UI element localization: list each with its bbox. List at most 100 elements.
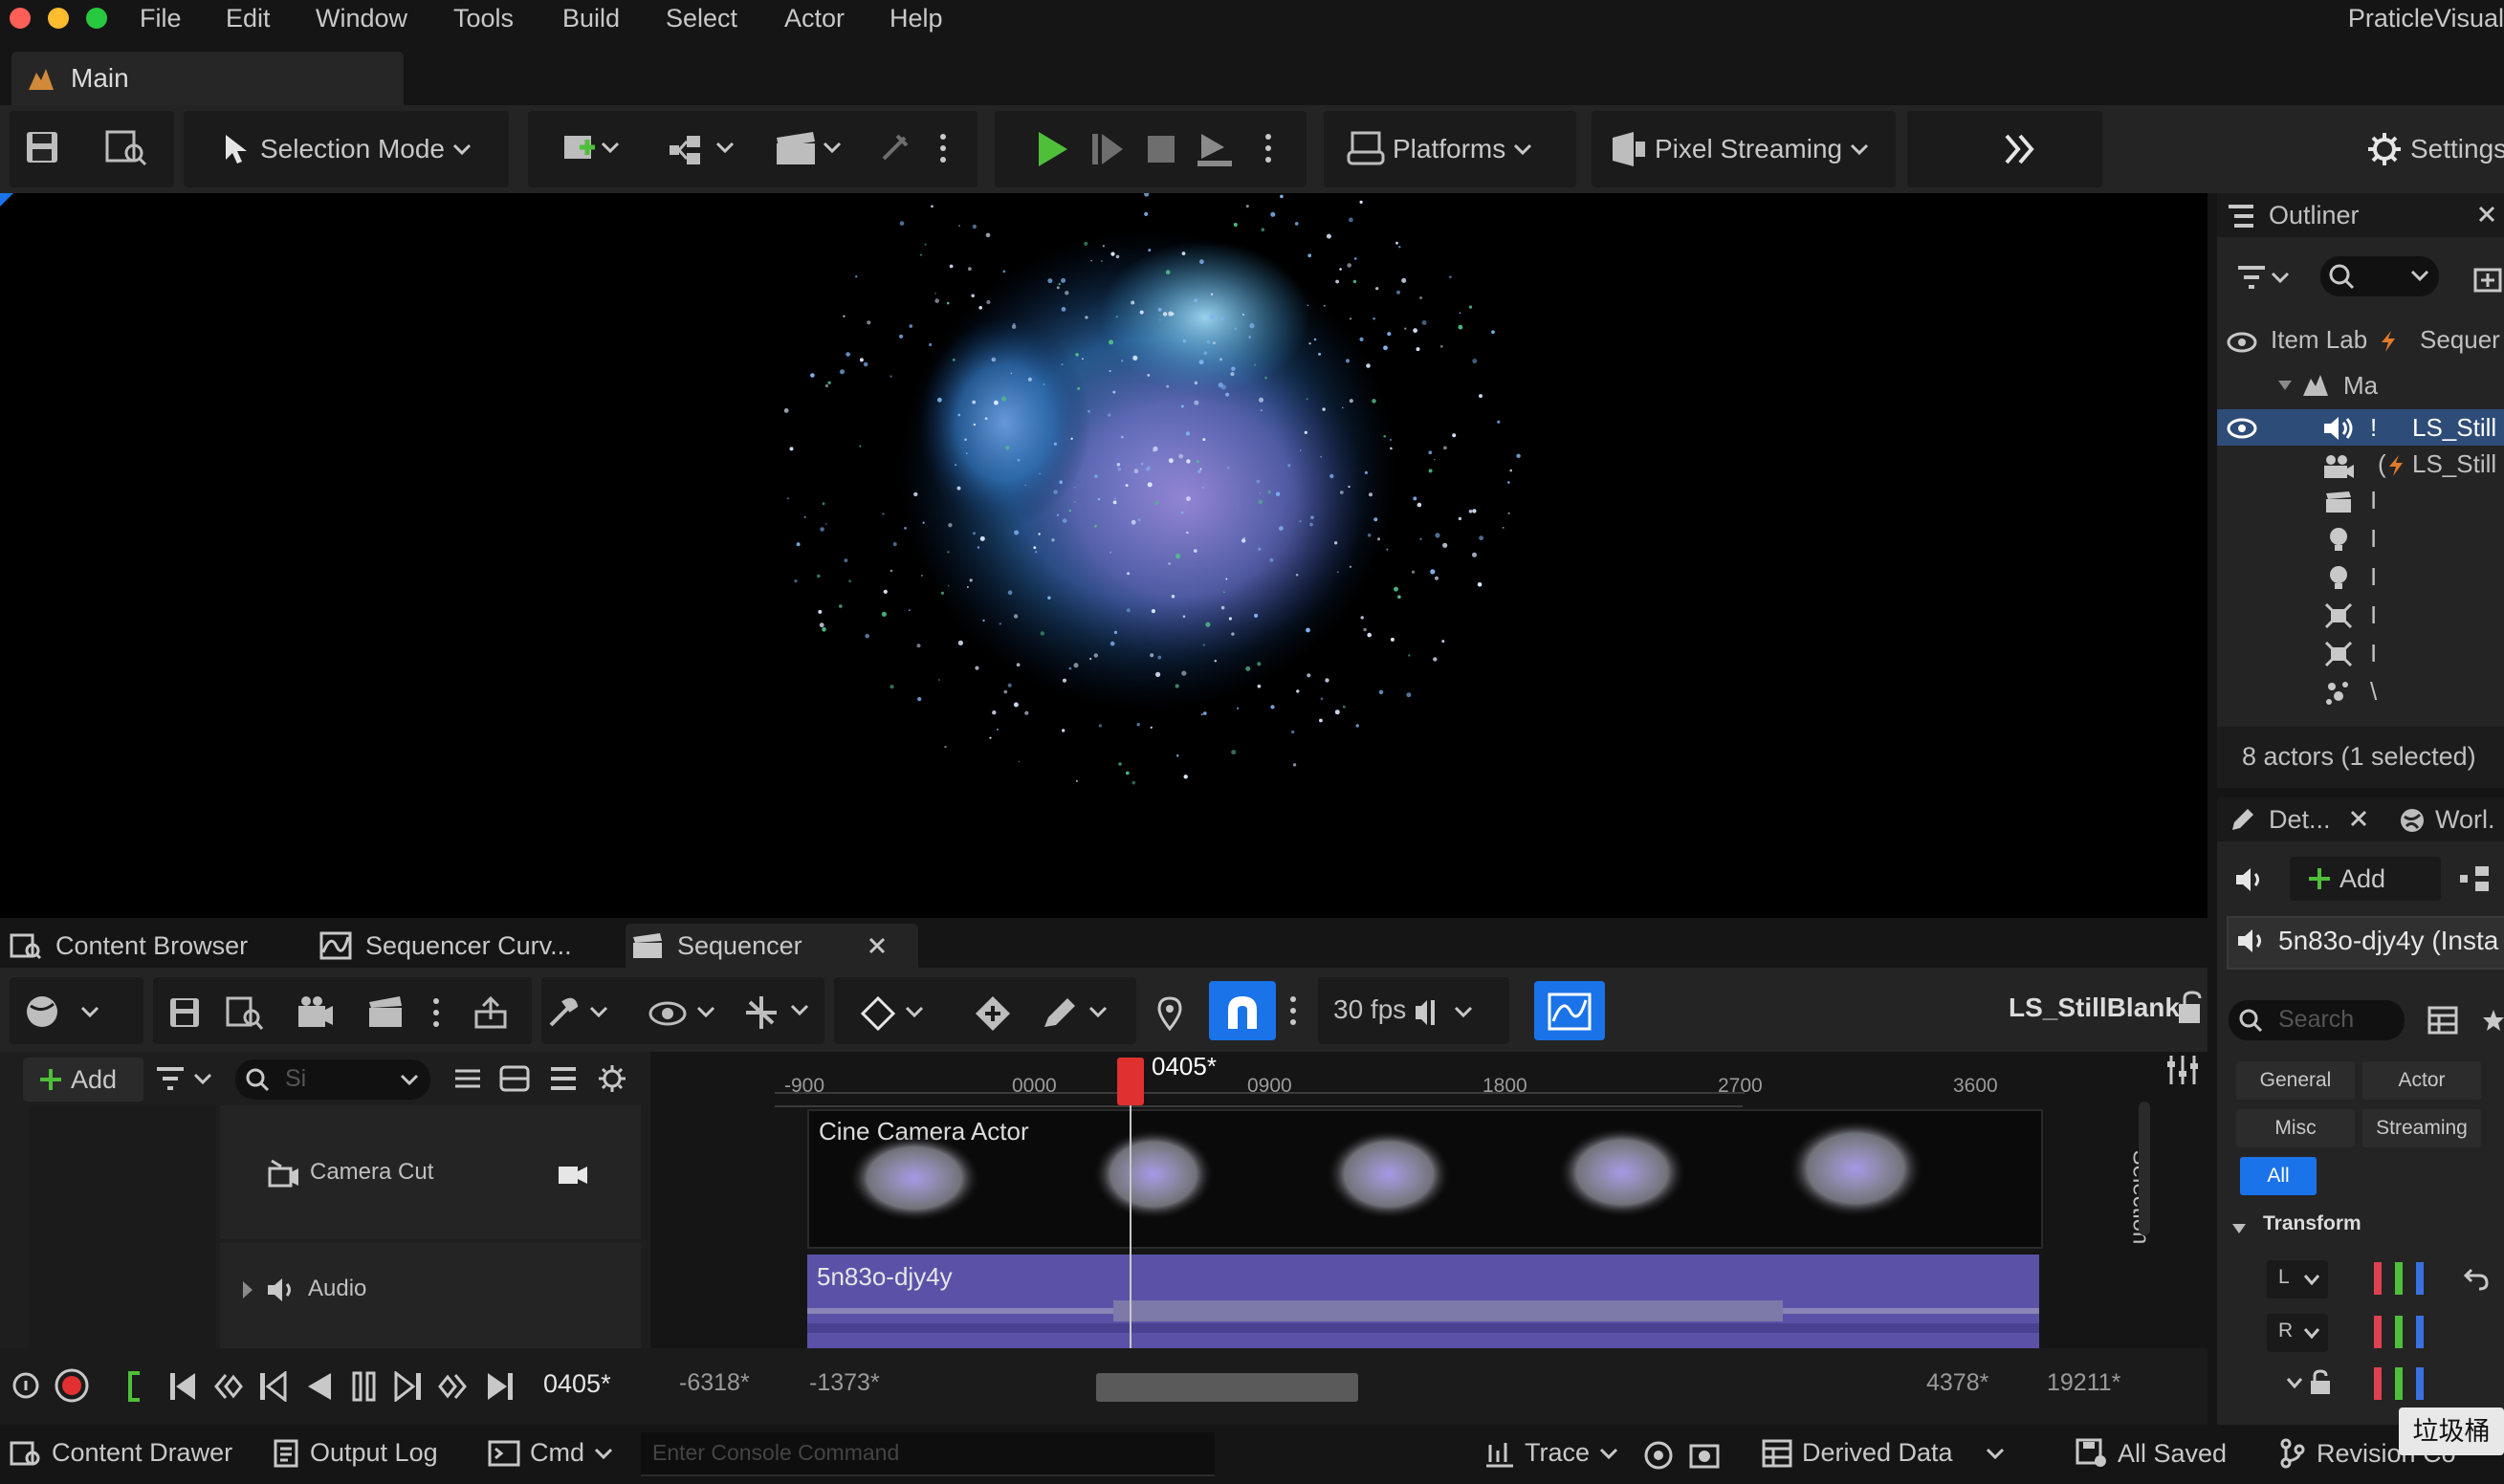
track-row-camera-cut[interactable]: Camera Cut [220, 1105, 641, 1239]
cmd-dropdown[interactable]: Cmd [488, 1438, 613, 1468]
blueprint-icon[interactable] [668, 130, 738, 168]
expand-arrow-icon[interactable] [2276, 379, 2294, 392]
step-back-icon[interactable] [258, 1371, 287, 1402]
keyframe-icon[interactable] [861, 996, 935, 1031]
trace-target-icon[interactable] [1643, 1440, 1674, 1471]
snap-toggle[interactable] [1209, 981, 1276, 1040]
filter-icon[interactable] [2236, 264, 2290, 293]
unlock-icon[interactable] [2177, 991, 2204, 1025]
play-reverse-icon[interactable] [304, 1371, 333, 1402]
sliders-icon[interactable] [2165, 1054, 2200, 1086]
menu-select[interactable]: Select [666, 4, 737, 33]
more-options-icon[interactable] [939, 132, 947, 164]
all-saved-button[interactable]: All Saved [2076, 1438, 2227, 1469]
column-item-label[interactable]: Item Lab [2271, 325, 2367, 355]
list-view-icon[interactable] [549, 1065, 578, 1092]
play-options-icon[interactable] [1264, 132, 1272, 164]
brush-icon[interactable] [1041, 996, 1121, 1031]
browse-icon[interactable] [105, 128, 147, 166]
console-command-input[interactable]: Enter Console Command [641, 1432, 1215, 1476]
previous-key-icon[interactable] [212, 1371, 243, 1402]
playhead-handle[interactable] [1117, 1058, 1144, 1105]
record-icon[interactable] [54, 1367, 90, 1404]
view-start[interactable]: -1373* [809, 1369, 880, 1397]
add-folder-icon[interactable] [2473, 264, 2502, 293]
rotation-dropdown[interactable]: R [2267, 1314, 2328, 1352]
settings-button[interactable]: Settings [2366, 128, 2504, 170]
close-icon[interactable] [2477, 205, 2496, 224]
minimize-window-button[interactable] [48, 8, 69, 29]
collapse-arrow-icon[interactable] [2230, 1222, 2248, 1235]
more-options-icon[interactable] [1289, 994, 1297, 1027]
filter-general[interactable]: General [2236, 1061, 2355, 1100]
close-icon[interactable] [2349, 809, 2368, 828]
details-add-button[interactable]: Add [2290, 857, 2441, 901]
zoom-window-button[interactable] [86, 8, 107, 29]
blueprint-icon[interactable] [2458, 864, 2496, 893]
filter-all[interactable]: All [2240, 1157, 2317, 1195]
level-viewport[interactable] [0, 193, 2207, 918]
menu-tools[interactable]: Tools [453, 4, 514, 33]
curve-editor-toggle[interactable] [1534, 981, 1605, 1040]
filter-streaming[interactable]: Streaming [2362, 1109, 2481, 1147]
save-icon[interactable] [168, 996, 201, 1029]
expand-all-icon[interactable] [499, 1065, 530, 1092]
cinematics-icon[interactable] [775, 130, 846, 168]
play-icon[interactable] [1035, 130, 1069, 168]
add-actor-icon[interactable] [562, 130, 620, 168]
current-frame[interactable]: 0405* [543, 1369, 611, 1399]
selection-mode-dropdown[interactable]: Selection Mode [222, 128, 472, 170]
outliner-search-input[interactable] [2320, 256, 2439, 296]
sequencer-timeline[interactable]: -900 0000 0900 1800 2700 3600 Cine Camer… [650, 1052, 2207, 1377]
screenshot-icon[interactable] [1689, 1440, 1720, 1471]
info-icon[interactable] [11, 1371, 40, 1400]
browse-icon[interactable] [226, 994, 264, 1031]
audio-clip[interactable]: 5n83o-djy4y [807, 1255, 2039, 1348]
transform-gizmo-icon[interactable] [742, 994, 819, 1031]
tab-details[interactable]: Det... [2269, 805, 2331, 835]
skip-to-end-icon[interactable] [486, 1371, 515, 1402]
tab-main[interactable]: Main [11, 52, 404, 105]
trace-dropdown[interactable]: Trace [1484, 1438, 1618, 1468]
close-window-button[interactable] [10, 8, 31, 29]
menu-window[interactable]: Window [316, 4, 407, 33]
pixel-streaming-dropdown[interactable]: Pixel Streaming [1609, 128, 1869, 170]
menu-help[interactable]: Help [890, 4, 943, 33]
lock-icon[interactable] [2309, 1369, 2332, 1396]
outliner-root-label[interactable]: Ma [2343, 371, 2378, 401]
menu-build[interactable]: Build [562, 4, 620, 33]
pause-icon[interactable] [350, 1371, 379, 1402]
eye-icon[interactable] [2227, 417, 2257, 440]
filter-misc[interactable]: Misc [2236, 1109, 2355, 1147]
tab-sequencer-curves[interactable]: Sequencer Curv... [319, 924, 572, 968]
double-chevron-right-icon[interactable] [2003, 132, 2035, 166]
clapperboard-icon[interactable] [367, 994, 406, 1031]
more-options-icon[interactable] [432, 996, 440, 1029]
eject-icon[interactable] [1196, 130, 1234, 168]
add-key-icon[interactable] [974, 994, 1012, 1033]
timeline-vertical-scrollbar[interactable] [2139, 1102, 2150, 1235]
framerate-dropdown[interactable]: 30 fps [1318, 977, 1509, 1044]
filter-icon[interactable] [155, 1065, 218, 1094]
filter-actor[interactable]: Actor [2362, 1061, 2481, 1100]
step-frame-icon[interactable] [1090, 132, 1125, 166]
reset-icon[interactable] [2462, 1266, 2489, 1291]
eye-icon[interactable] [648, 996, 725, 1031]
wrench-icon[interactable] [545, 996, 616, 1031]
menu-actor[interactable]: Actor [784, 4, 845, 33]
output-log-button[interactable]: Output Log [274, 1438, 438, 1468]
camera-cut-clip[interactable]: Cine Camera Actor [807, 1109, 2043, 1249]
skip-to-start-icon[interactable] [168, 1371, 197, 1402]
export-icon[interactable] [472, 994, 511, 1031]
range-start[interactable]: -6318* [679, 1369, 750, 1397]
in-marker-icon[interactable] [124, 1369, 143, 1404]
menu-edit[interactable]: Edit [226, 4, 271, 33]
menu-file[interactable]: File [140, 4, 182, 33]
content-drawer-button[interactable]: Content Drawer [10, 1438, 232, 1468]
save-icon[interactable] [23, 128, 61, 166]
gear-icon[interactable] [597, 1063, 627, 1094]
stop-icon[interactable] [1146, 134, 1176, 164]
track-search-input[interactable]: Si [235, 1059, 430, 1100]
selected-object-row[interactable]: 5n83o-djy4y (Insta [2227, 916, 2504, 970]
table-view-icon[interactable] [2427, 1006, 2458, 1035]
